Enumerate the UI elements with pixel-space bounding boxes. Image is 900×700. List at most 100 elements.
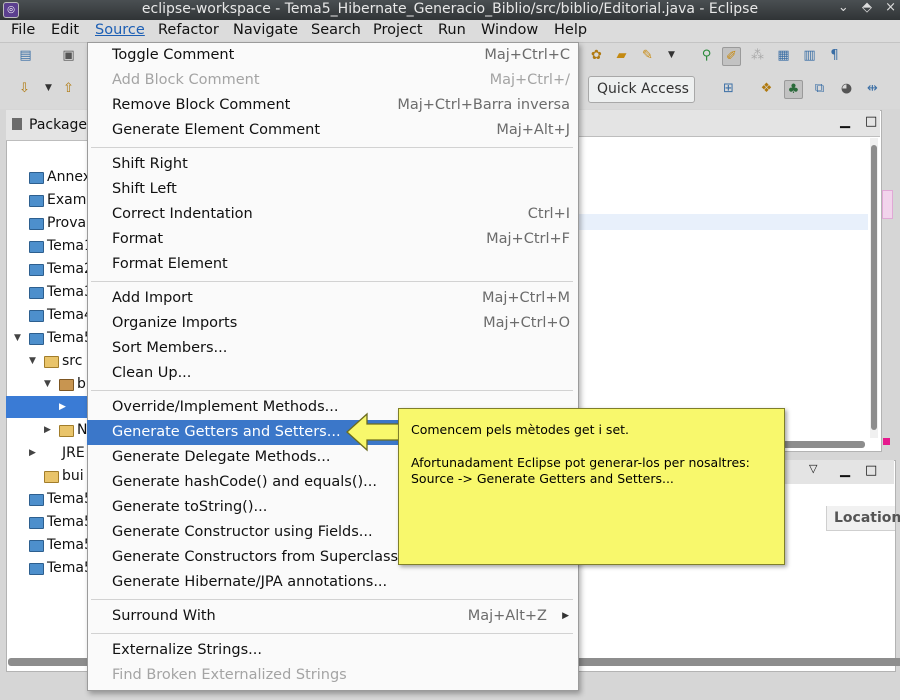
tree-item[interactable]: ▶ N — [6, 419, 90, 441]
menu-item-find-broken-externalized-strings: Find Broken Externalized Strings — [87, 663, 577, 688]
menu-edit[interactable]: Edit — [51, 22, 79, 38]
menu-item-shift-right[interactable]: Shift Right — [87, 152, 577, 177]
project-icon — [29, 241, 44, 253]
package-explorer-tab[interactable]: Package — [29, 117, 87, 133]
tree-item[interactable]: Tema5 — [6, 557, 90, 579]
menu-item-add-block-comment: Add Block Comment Maj+Ctrl+/ — [87, 68, 577, 93]
menu-project[interactable]: Project — [373, 22, 423, 38]
tree-item[interactable]: Tema1 — [6, 235, 90, 257]
collapse-arrow-icon[interactable]: ▶ — [29, 442, 36, 464]
location-column-header[interactable]: Location — [826, 506, 900, 531]
maximize-icon[interactable]: ⬘ — [862, 0, 872, 15]
error-indicator[interactable] — [883, 438, 890, 445]
menu-item-label: Generate Delegate Methods... — [112, 449, 331, 465]
menu-file[interactable]: File — [11, 22, 35, 38]
menu-item-shortcut: Maj+Alt+J — [496, 122, 570, 138]
tree-item[interactable]: Annex — [6, 166, 90, 188]
menu-run[interactable]: Run — [438, 22, 466, 38]
window-title-bar[interactable]: ◎ eclipse-workspace - Tema5_Hibernate_Ge… — [0, 0, 900, 20]
word-wrap-icon[interactable]: ▥ — [801, 47, 818, 64]
menu-item-label: Add Import — [112, 290, 193, 306]
menu-item-format[interactable]: Format Maj+Ctrl+F — [87, 227, 577, 252]
menu-item-sort-members[interactable]: Sort Members... — [87, 336, 577, 361]
git-perspective-icon[interactable]: ⇹ — [864, 80, 881, 97]
tree-item-label: Tema5 — [47, 560, 90, 576]
menu-window[interactable]: Window — [481, 22, 538, 38]
tree-item[interactable]: Prova — [6, 212, 90, 234]
menu-item-toggle-comment[interactable]: Toggle Comment Maj+Ctrl+C — [87, 43, 577, 68]
tree-item[interactable]: ▼ Tema5 — [6, 327, 90, 349]
maximize-icon[interactable]: □ — [865, 463, 877, 478]
menu-navigate[interactable]: Navigate — [233, 22, 298, 38]
menu-item-surround-with[interactable]: Surround With Maj+Alt+Z ▶ — [87, 604, 577, 629]
menu-item-organize-imports[interactable]: Organize Imports Maj+Ctrl+O — [87, 311, 577, 336]
quick-access-field[interactable]: Quick Access — [588, 76, 695, 103]
show-whitespace-icon[interactable]: ▦ — [775, 47, 792, 64]
tree-item-label: Tema2 — [47, 261, 90, 277]
menu-item-format-element[interactable]: Format Element — [87, 252, 577, 277]
dropdown-arrow-icon[interactable]: ▼ — [40, 80, 57, 97]
maximize-icon[interactable]: □ — [865, 114, 877, 129]
menu-item-label: Externalize Strings... — [112, 642, 262, 658]
search-tool-icon[interactable]: ✎ — [639, 47, 656, 64]
tool-dropdown-icon[interactable]: ▼ — [663, 47, 680, 64]
menu-item-externalize-strings[interactable]: Externalize Strings... — [87, 638, 577, 663]
save-icon[interactable]: ▣ — [60, 47, 77, 64]
menu-item-correct-indentation[interactable]: Correct Indentation Ctrl+I — [87, 202, 577, 227]
menu-item-remove-block-comment[interactable]: Remove Block Comment Maj+Ctrl+Barra inver… — [87, 93, 577, 118]
minimize-icon[interactable]: ⌄ — [838, 0, 849, 15]
previous-annotation-icon[interactable]: ⇧ — [60, 80, 77, 97]
minimize-icon[interactable]: ▁ — [840, 114, 850, 129]
callout-line-1: Comencem pels mètodes get i set. — [411, 422, 630, 437]
open-folder-icon[interactable]: ▰ — [613, 47, 630, 64]
close-icon[interactable]: × — [885, 0, 896, 15]
new-wizard-icon[interactable]: ▤ — [17, 47, 34, 64]
tree-item[interactable]: ▼ src — [6, 350, 90, 372]
next-annotation-icon[interactable]: ⇩ — [16, 80, 33, 97]
menu-item-generate-element-comment[interactable]: Generate Element Comment Maj+Alt+J — [87, 118, 577, 143]
tree-item[interactable]: ▶ JRE — [6, 442, 90, 464]
minimize-icon[interactable]: ▁ — [840, 463, 850, 478]
java-editor[interactable] — [578, 110, 882, 452]
open-type-icon[interactable]: ✿ — [588, 47, 605, 64]
java-perspective-icon[interactable]: ♣ — [784, 80, 803, 99]
collapse-arrow-icon[interactable]: ▶ — [44, 419, 51, 441]
menu-item-clean-up[interactable]: Clean Up... — [87, 361, 577, 386]
tree-item[interactable]: Tema5 — [6, 511, 90, 533]
menu-item-shift-left[interactable]: Shift Left — [87, 177, 577, 202]
menu-refactor[interactable]: Refactor — [158, 22, 219, 38]
block-selection-icon[interactable]: ⁂ — [749, 47, 766, 64]
debug-perspective-icon[interactable]: ⧉ — [811, 80, 828, 97]
window-title: eclipse-workspace - Tema5_Hibernate_Gene… — [141, 1, 759, 17]
tree-item[interactable]: ▼ b — [6, 373, 90, 395]
editor-vertical-scroll-thumb[interactable] — [871, 145, 877, 430]
tree-item[interactable]: Tema5 — [6, 488, 90, 510]
tree-item[interactable]: Tema5 — [6, 534, 90, 556]
open-perspective-icon[interactable]: ⊞ — [720, 80, 737, 97]
view-menu-icon[interactable]: ▽ — [809, 462, 817, 475]
tree-item[interactable]: Tema2 — [6, 258, 90, 280]
menu-help[interactable]: Help — [554, 22, 587, 38]
menu-search[interactable]: Search — [311, 22, 361, 38]
resource-perspective-icon[interactable]: ❖ — [758, 80, 775, 97]
menu-item-shortcut: Maj+Alt+Z — [467, 608, 547, 624]
jpa-perspective-icon[interactable]: ◕ — [838, 80, 855, 97]
collapse-arrow-icon[interactable]: ▶ — [59, 396, 66, 418]
expand-arrow-icon[interactable]: ▼ — [14, 327, 21, 349]
overview-ruler-marker[interactable] — [882, 190, 893, 219]
mark-occurrences-icon[interactable]: ✐ — [722, 47, 741, 66]
tree-item[interactable]: Exame — [6, 189, 90, 211]
menu-item-label: Sort Members... — [112, 340, 228, 356]
tree-item[interactable]: Tema4 — [6, 304, 90, 326]
tree-item[interactable]: ▶ — [6, 396, 90, 418]
menu-item-add-import[interactable]: Add Import Maj+Ctrl+M — [87, 286, 577, 311]
expand-arrow-icon[interactable]: ▼ — [44, 373, 51, 395]
pin-icon[interactable]: ⚲ — [698, 47, 715, 64]
tree-item[interactable]: bui — [6, 465, 90, 487]
menu-separator — [91, 147, 573, 148]
menu-item-generate-hibernate-jpa-annotations[interactable]: Generate Hibernate/JPA annotations... — [87, 570, 577, 595]
tree-item[interactable]: Tema3 — [6, 281, 90, 303]
paragraph-icon[interactable]: ¶ — [826, 47, 843, 64]
expand-arrow-icon[interactable]: ▼ — [29, 350, 36, 372]
menu-source[interactable]: Source — [95, 22, 145, 38]
